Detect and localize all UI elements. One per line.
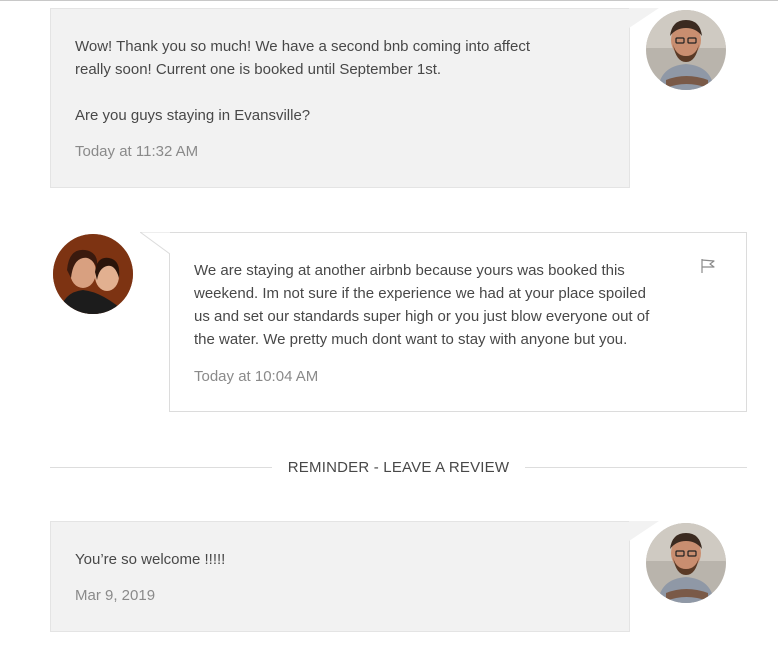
message-bubble-host: You’re so welcome !!!!! Mar 9, 2019 [50, 521, 659, 632]
message-bubble-host: Wow! Thank you so much! We have a second… [50, 8, 659, 188]
message-text: Wow! Thank you so much! We have a second… [75, 38, 530, 55]
message-timestamp: Today at 11:32 AM [75, 143, 199, 160]
message-bubble-guest: We are staying at another airbnb because… [140, 232, 747, 412]
bubble-tail [140, 232, 170, 254]
message-text: the water. We pretty much dont want to s… [194, 331, 628, 348]
top-divider [0, 0, 778, 1]
host-avatar[interactable] [646, 523, 726, 603]
flag-icon[interactable] [700, 258, 716, 274]
message-text: weekend. Im not sure if the experience w… [194, 285, 646, 302]
guest-avatar[interactable] [53, 234, 133, 314]
message-text: really soon! Current one is booked until… [75, 61, 442, 78]
message-text: We are staying at another airbnb because… [194, 262, 625, 279]
avatar-image [646, 10, 726, 90]
message-timestamp: Today at 10:04 AM [194, 368, 319, 385]
message-timestamp: Mar 9, 2019 [75, 587, 156, 604]
review-reminder-label[interactable]: REMINDER - LEAVE A REVIEW [50, 458, 747, 478]
host-avatar[interactable] [646, 10, 726, 90]
message-text: You’re so welcome !!!!! [75, 551, 226, 568]
message-text: Are you guys staying in Evansville? [75, 107, 311, 124]
divider-line-right [525, 467, 747, 468]
avatar-image [646, 523, 726, 603]
avatar-image [53, 234, 133, 314]
review-reminder-divider: REMINDER - LEAVE A REVIEW [50, 458, 747, 478]
message-text: us and set our standards super high or y… [194, 308, 650, 325]
